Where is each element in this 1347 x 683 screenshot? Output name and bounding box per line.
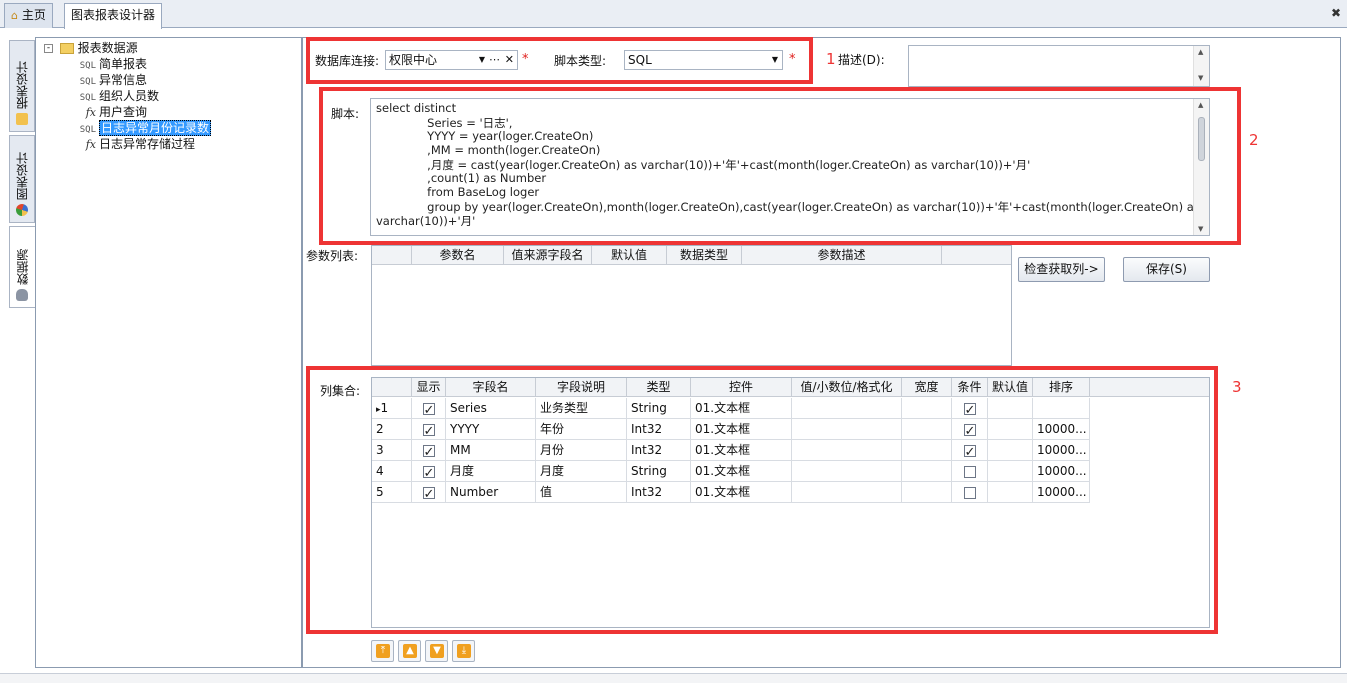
column-header[interactable]: 参数名: [412, 246, 504, 265]
tree-item[interactable]: SQL 组织人员数: [74, 88, 159, 104]
column-header[interactable]: 数据类型: [667, 246, 742, 265]
column-header-empty: [942, 246, 1011, 265]
tree-item-label: 异常信息: [99, 73, 148, 87]
move-bottom-icon: ⤓: [457, 644, 471, 658]
scroll-down-icon[interactable]: ▼: [1198, 74, 1203, 82]
tree-item[interactable]: fx 日志异常存储过程: [74, 136, 195, 152]
database-icon: [16, 289, 29, 301]
side-tab-data-source[interactable]: 数据源: [9, 226, 36, 308]
tree-item-label: 用户查询: [99, 105, 148, 119]
annotation-box-2: [319, 87, 1241, 245]
close-icon[interactable]: ✖: [1331, 6, 1341, 20]
pie-chart-icon: [16, 204, 28, 216]
tree-item-label: 日志异常存储过程: [99, 137, 196, 151]
function-icon: fx: [85, 138, 96, 151]
params-label: 参数列表:: [306, 249, 359, 263]
move-down-button[interactable]: ▼: [425, 640, 448, 662]
annotation-box-1: [306, 37, 813, 84]
collapse-icon[interactable]: -: [44, 44, 53, 53]
description-scrollbar[interactable]: ▲ ▼: [1193, 46, 1209, 86]
check-columns-button[interactable]: 检查获取列->: [1018, 257, 1105, 282]
side-tab-strip: 报表设计 图表设计 数据源: [9, 40, 36, 308]
tree-item-selected[interactable]: SQL 日志异常月份记录数: [74, 120, 212, 136]
tree-item[interactable]: SQL 简单报表: [74, 56, 147, 72]
params-grid[interactable]: 参数名 值来源字段名 默认值 数据类型 参数描述: [371, 245, 1012, 366]
annotation-number: 3: [1232, 378, 1242, 396]
tree-root-label: 报表数据源: [77, 41, 138, 55]
scroll-up-icon[interactable]: ▲: [1198, 48, 1203, 56]
tab-home-label: 主页: [21, 8, 46, 22]
side-tab-label: 图表设计: [15, 152, 30, 200]
annotation-box-3: [306, 366, 1218, 634]
tree-item[interactable]: SQL 异常信息: [74, 72, 147, 88]
side-tab-report-design[interactable]: 报表设计: [9, 40, 35, 132]
folder-icon: [59, 43, 74, 54]
description-textarea[interactable]: ▲ ▼: [908, 45, 1210, 87]
tab-chart-report-designer[interactable]: 图表报表设计器: [64, 3, 163, 29]
document-tab-bar: ⌂ 主页 图表报表设计器 ✖: [0, 0, 1347, 29]
column-header[interactable]: 值来源字段名: [504, 246, 592, 265]
side-tab-label: 数据源: [16, 249, 30, 285]
tree-item-label: 简单报表: [99, 57, 148, 71]
annotation-number: 2: [1249, 131, 1259, 149]
move-down-icon: ▼: [430, 644, 444, 658]
column-header[interactable]: 默认值: [592, 246, 667, 265]
side-tab-chart-design[interactable]: 图表设计: [9, 135, 35, 223]
move-bottom-button[interactable]: ⤓: [452, 640, 475, 662]
move-up-icon: ▲: [403, 644, 417, 658]
tree-item[interactable]: fx 用户查询: [74, 104, 147, 120]
tab-designer-label: 图表报表设计器: [71, 8, 156, 22]
datasource-tree: - 报表数据源 SQL 简单报表 SQL 异常信息 SQL 组织人员数 fx 用户查询 …: [35, 37, 302, 668]
side-tab-label: 报表设计: [15, 61, 30, 109]
move-top-icon: ⤒: [376, 644, 390, 658]
report-design-icon: [16, 113, 28, 125]
tree-root[interactable]: - 报表数据源: [44, 40, 138, 56]
tab-home[interactable]: ⌂ 主页: [4, 3, 53, 28]
status-bar: [0, 673, 1347, 683]
row-header-corner: [372, 246, 412, 265]
move-up-button[interactable]: ▲: [398, 640, 421, 662]
tree-item-label: 日志异常月份记录数: [99, 120, 212, 136]
move-top-button[interactable]: ⤒: [371, 640, 394, 662]
tree-item-label: 组织人员数: [99, 89, 160, 103]
function-icon: fx: [85, 106, 96, 119]
description-label: 描述(D):: [838, 53, 885, 67]
save-button[interactable]: 保存(S): [1123, 257, 1210, 282]
home-icon: ⌂: [11, 9, 18, 22]
column-header[interactable]: 参数描述: [742, 246, 942, 265]
annotation-number: 1: [826, 50, 836, 68]
